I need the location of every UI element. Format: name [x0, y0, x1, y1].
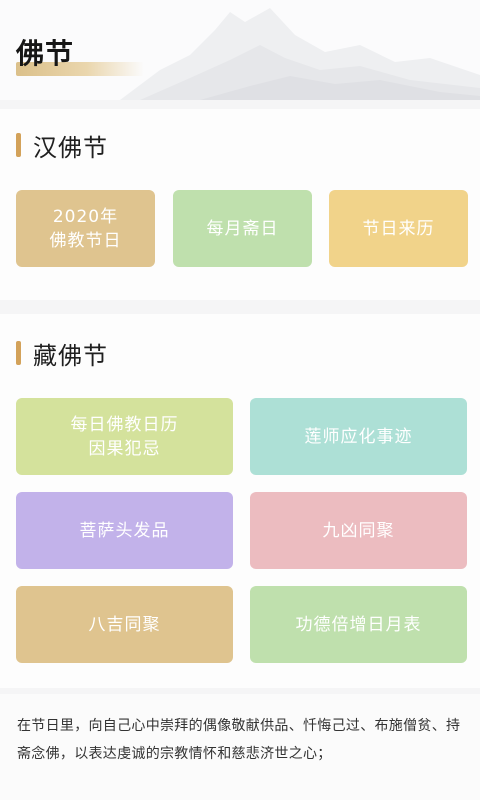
tile-merit-multiplying-days[interactable]: 功德倍增日月表	[250, 586, 467, 663]
tile-festival-origins[interactable]: 节日来历	[329, 190, 468, 267]
tile-label: 每月斋日	[206, 218, 279, 239]
section-header: 汉佛节	[16, 128, 108, 162]
han-festival-section: 汉佛节 2020年 佛教节日 每月斋日 节日来历	[0, 109, 480, 300]
tile-bodhisattva-hair[interactable]: 菩萨头发品	[16, 492, 233, 569]
section-title: 汉佛节	[33, 133, 108, 162]
tile-label-line2: 佛教节日	[49, 230, 122, 251]
tile-eight-auspicious[interactable]: 八吉同聚	[16, 586, 233, 663]
page-title: 佛节	[16, 37, 75, 70]
tibetan-festival-section: 藏佛节 每日佛教日历 因果犯忌 莲师应化事迹 菩萨头发品 九凶同聚 八吉同聚 功…	[0, 314, 480, 688]
tile-label: 功德倍增日月表	[295, 614, 422, 635]
tile-label: 八吉同聚	[88, 614, 161, 635]
section-accent-bar	[16, 133, 21, 157]
tile-daily-calendar[interactable]: 每日佛教日历 因果犯忌	[16, 398, 233, 475]
tile-guru-rinpoche-deeds[interactable]: 莲师应化事迹	[250, 398, 467, 475]
tile-label: 九凶同聚	[322, 520, 395, 541]
page-title-wrap: 佛节	[16, 34, 144, 78]
tile-monthly-fast-days[interactable]: 每月斋日	[173, 190, 312, 267]
tile-label-line1: 2020年	[52, 206, 119, 227]
tile-label-line1: 每日佛教日历	[70, 414, 179, 435]
section-accent-bar	[16, 341, 21, 365]
section-title: 藏佛节	[33, 341, 108, 370]
mountain-illustration	[120, 8, 480, 100]
tile-label-line2: 因果犯忌	[88, 438, 161, 459]
tile-nine-evils[interactable]: 九凶同聚	[250, 492, 467, 569]
description-text: 在节日里，向自己心中崇拜的偶像敬献供品、忏悔己过、布施僧贫、持斋念佛，以表达虔诚…	[17, 718, 461, 762]
tile-label: 莲师应化事迹	[304, 426, 413, 447]
section-header: 藏佛节	[16, 336, 108, 370]
tile-2020-festivals[interactable]: 2020年 佛教节日	[16, 190, 155, 267]
tile-label: 菩萨头发品	[79, 520, 170, 541]
tile-label: 节日来历	[362, 218, 435, 239]
header: 佛节	[0, 0, 480, 100]
description-section: 在节日里，向自己心中崇拜的偶像敬献供品、忏悔己过、布施僧贫、持斋念佛，以表达虔诚…	[0, 694, 480, 800]
